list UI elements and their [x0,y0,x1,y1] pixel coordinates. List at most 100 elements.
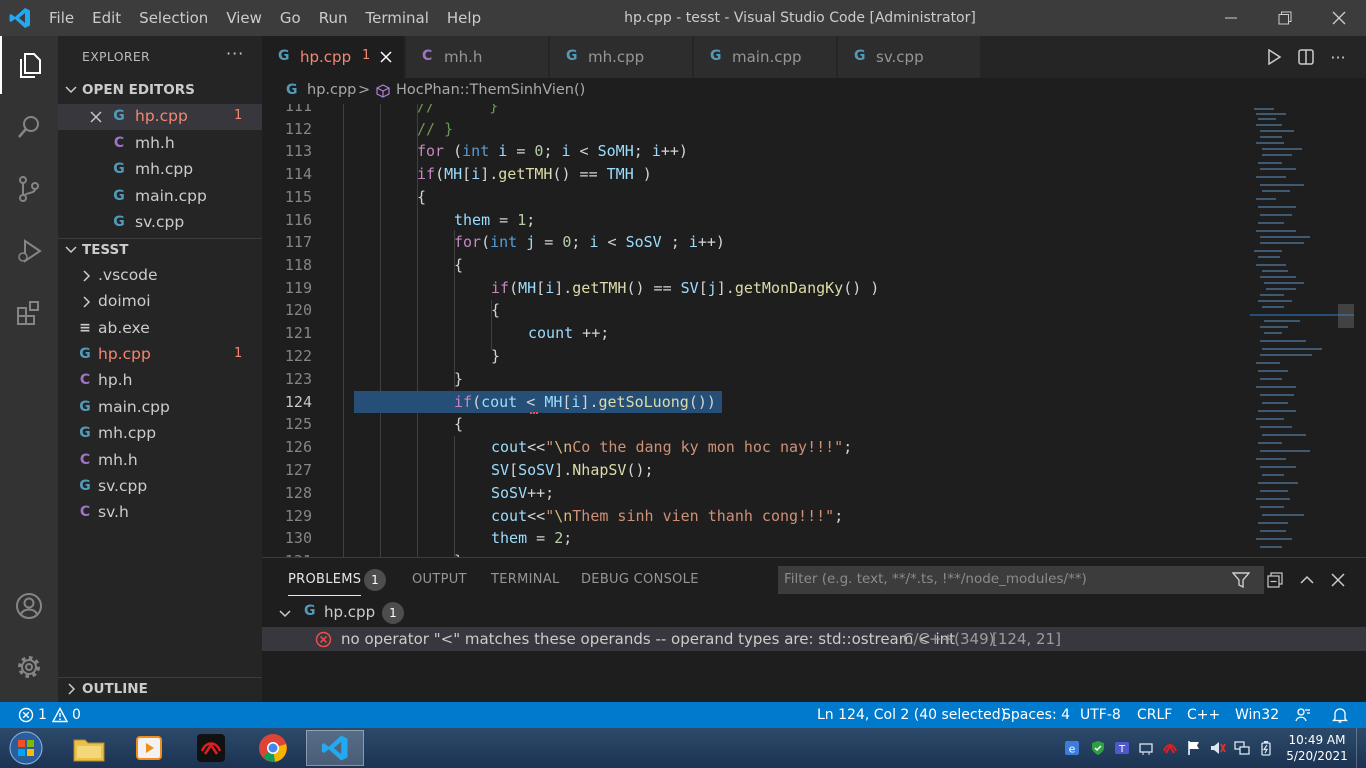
tray-teams-icon[interactable]: T [1114,740,1130,756]
problems-file-row[interactable]: G hp.cpp 1 [262,601,1366,625]
tray-garena-icon[interactable] [1162,740,1178,756]
close-panel-button[interactable] [1326,568,1350,592]
indentation[interactable]: Spaces: 4 [1002,707,1070,723]
cpp-file-icon: G [79,478,91,494]
open-editors-section[interactable]: OPEN EDITORS [58,79,262,103]
tray-edge-icon[interactable]: e [1064,740,1080,756]
cpp-file-icon: G [278,48,290,64]
split-editor-button[interactable] [1290,36,1322,78]
menu-view[interactable]: View [217,9,271,27]
encoding[interactable]: UTF-8 [1080,707,1121,723]
start-button[interactable] [0,730,52,766]
run-debug-activity-button[interactable] [0,222,58,280]
tray-power-icon[interactable] [1258,740,1274,756]
tray-network-icon[interactable] [1234,740,1250,756]
maximize-panel-button[interactable] [1295,568,1319,592]
taskbar-file-explorer[interactable] [60,730,118,766]
source-control-activity-button[interactable] [0,160,58,218]
tree-file-main-cpp[interactable]: G main.cpp [58,395,262,421]
tray-flag-icon[interactable] [1186,740,1202,756]
taskbar-chrome[interactable] [244,730,302,766]
taskbar-garena[interactable] [182,730,240,766]
editor-more-button[interactable]: ··· [1322,36,1354,78]
tab-mh-h[interactable]: C mh.h [406,36,549,78]
tab-main-cpp[interactable]: G main.cpp [694,36,837,78]
taskbar-clock[interactable]: 10:49 AM 5/20/2021 [1282,732,1352,764]
language-mode[interactable]: C++ [1187,707,1220,723]
open-editor-main-cpp[interactable]: G main.cpp [58,184,262,210]
taskbar-vscode[interactable] [306,730,364,766]
problems-count-badge: 1 [364,569,386,591]
tree-folder-vscode[interactable]: .vscode [58,263,262,289]
tree-file-hp-h[interactable]: C hp.h [58,368,262,394]
show-desktop-button[interactable] [1356,728,1366,768]
tree-file-hp-cpp[interactable]: G hp.cpp 1 [58,342,262,368]
run-file-button[interactable] [1258,36,1290,78]
close-window-button[interactable] [1312,0,1366,36]
error-count: 1 [234,346,243,361]
problem-row[interactable]: no operator "<" matches these operands -… [262,627,1366,651]
feedback-icon[interactable] [1295,707,1311,723]
restore-button[interactable] [1258,0,1312,36]
tab-output[interactable]: OUTPUT [412,572,467,587]
filter-icon [1232,572,1250,589]
cpp-file-icon: G [854,48,866,64]
open-editor-hp-cpp[interactable]: G hp.cpp 1 [58,104,262,130]
tab-label: sv.cpp [876,48,924,66]
open-editor-sv-cpp[interactable]: G sv.cpp [58,210,262,236]
manage-activity-button[interactable] [0,638,58,696]
close-icon[interactable] [380,51,392,63]
outline-section[interactable]: OUTLINE [58,677,262,701]
problems-filter-input[interactable]: Filter (e.g. text, **/*.ts, !**/node_mod… [778,566,1264,594]
menu-selection[interactable]: Selection [130,9,217,27]
taskbar-media-player[interactable] [120,730,178,766]
folder-section-tesst[interactable]: TESST [58,238,262,262]
menu-edit[interactable]: Edit [83,9,130,27]
menu-help[interactable]: Help [438,9,490,27]
end-of-line[interactable]: CRLF [1137,707,1172,723]
open-editor-mh-h[interactable]: C mh.h [58,131,262,157]
tab-sv-cpp[interactable]: G sv.cpp [838,36,981,78]
tab-mh-cpp[interactable]: G mh.cpp [550,36,693,78]
platform-config[interactable]: Win32 [1235,707,1279,723]
tree-file-sv-cpp[interactable]: G sv.cpp [58,474,262,500]
tree-file-ab-exe[interactable]: ≡ ab.exe [58,316,262,342]
collapse-all-button[interactable] [1263,568,1287,592]
bell-icon[interactable] [1332,706,1348,724]
tab-problems[interactable]: PROBLEMS [288,572,362,596]
menu-terminal[interactable]: Terminal [357,9,438,27]
code-line: for(int j = 0; i < SoSV ; i++) [454,233,725,251]
explorer-more-button[interactable]: ··· [226,44,244,63]
explorer-activity-button[interactable] [0,36,58,94]
tray-shield-icon[interactable] [1090,740,1106,756]
minimap[interactable] [1250,104,1354,557]
problems-status-button[interactable]: 1 0 [12,702,88,728]
extensions-activity-button[interactable] [0,284,58,342]
vscode-icon [321,735,348,761]
code-editor[interactable]: 111 // } 112 // } 113 for (int i = 0; i … [262,104,1366,557]
tray-volume-icon[interactable] [1210,740,1226,756]
tab-hp-cpp[interactable]: G hp.cpp 1 [262,36,405,78]
tray-network-device-icon[interactable] [1138,740,1154,756]
minimize-button[interactable] [1204,0,1258,36]
breadcrumb-symbol[interactable]: HocPhan::ThemSinhVien() [396,82,585,98]
tab-terminal[interactable]: TERMINAL [491,572,560,587]
tree-file-sv-h[interactable]: C sv.h [58,500,262,526]
file-label: sv.h [98,503,129,521]
accounts-activity-button[interactable] [0,577,58,635]
tree-folder-doimoi[interactable]: doimoi [58,289,262,315]
filter-button[interactable] [1229,568,1253,592]
menu-go[interactable]: Go [271,9,310,27]
line-number: 115 [284,188,312,206]
search-activity-button[interactable] [0,98,58,156]
breadcrumb-file[interactable]: hp.cpp [307,82,356,98]
close-icon[interactable] [90,111,102,123]
cpp-file-icon: G [113,161,125,177]
menu-run[interactable]: Run [310,9,357,27]
cursor-position[interactable]: Ln 124, Col 2 (40 selected) [817,707,1006,723]
tree-file-mh-cpp[interactable]: G mh.cpp [58,421,262,447]
tab-debug-console[interactable]: DEBUG CONSOLE [581,572,699,587]
open-editor-mh-cpp[interactable]: G mh.cpp [58,157,262,183]
menu-file[interactable]: File [40,9,83,27]
tree-file-mh-h[interactable]: C mh.h [58,448,262,474]
